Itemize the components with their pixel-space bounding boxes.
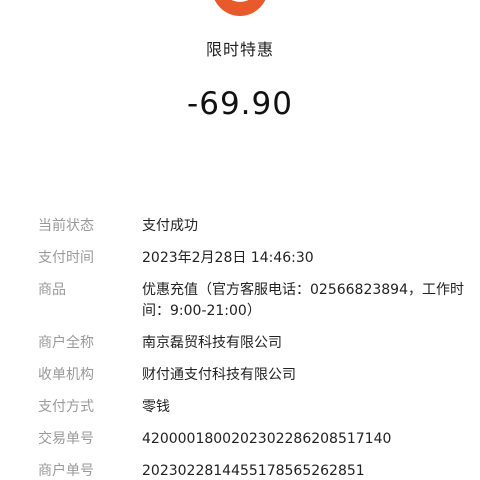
detail-label: 商户单号 [38,463,94,479]
payment-amount: -69.90 [187,86,293,122]
detail-value[interactable]: 4200001800202302286208517140 [142,429,468,450]
merchant-title: 限时特惠 [205,40,274,59]
detail-value[interactable]: 南京磊贸科技有限公司 [142,333,468,354]
detail-row-payment-time: 支付时间 2023年2月28日 14:46:30 [38,248,468,269]
detail-value: 优惠充值（官方客服电话：02566823894，工作时间：9:00-21:00） [142,282,464,319]
detail-label: 商品 [38,282,66,298]
detail-value: 财付通支付科技有限公司 [142,367,296,383]
detail-label: 收单机构 [38,367,94,383]
detail-row-acquirer: 收单机构 财付通支付科技有限公司 [38,365,468,386]
detail-row-payment-method: 支付方式 零钱 [38,397,468,418]
detail-row-transaction-id: 交易单号 4200001800202302286208517140 [38,429,468,450]
detail-value: 支付成功 [142,218,198,234]
detail-label: 商户全称 [38,335,94,351]
detail-value: 2023年2月28日 14:46:30 [142,250,314,266]
detail-row-status: 当前状态 支付成功 [38,216,468,237]
detail-label: 支付方式 [38,399,94,415]
detail-label: 当前状态 [38,218,94,234]
detail-label: 交易单号 [38,431,94,447]
detail-row-product: 商品 优惠充值（官方客服电话：02566823894，工作时间：9:00-21:… [38,280,468,322]
logo-inner-shape [222,0,258,2]
merchant-logo-icon [212,0,268,16]
detail-value: 零钱 [142,399,170,415]
detail-value[interactable]: 2023022814455178565262851 [142,461,468,480]
detail-row-merchant-order-id: 商户单号 2023022814455178565262851 [38,461,468,480]
payment-detail-page: 限时特惠 -69.90 当前状态 支付成功 支付时间 2023年2月28日 14… [0,0,480,480]
detail-label: 支付时间 [38,250,94,266]
detail-list: 当前状态 支付成功 支付时间 2023年2月28日 14:46:30 商品 优惠… [38,216,468,480]
detail-row-merchant-name: 商户全称 南京磊贸科技有限公司 [38,333,468,354]
